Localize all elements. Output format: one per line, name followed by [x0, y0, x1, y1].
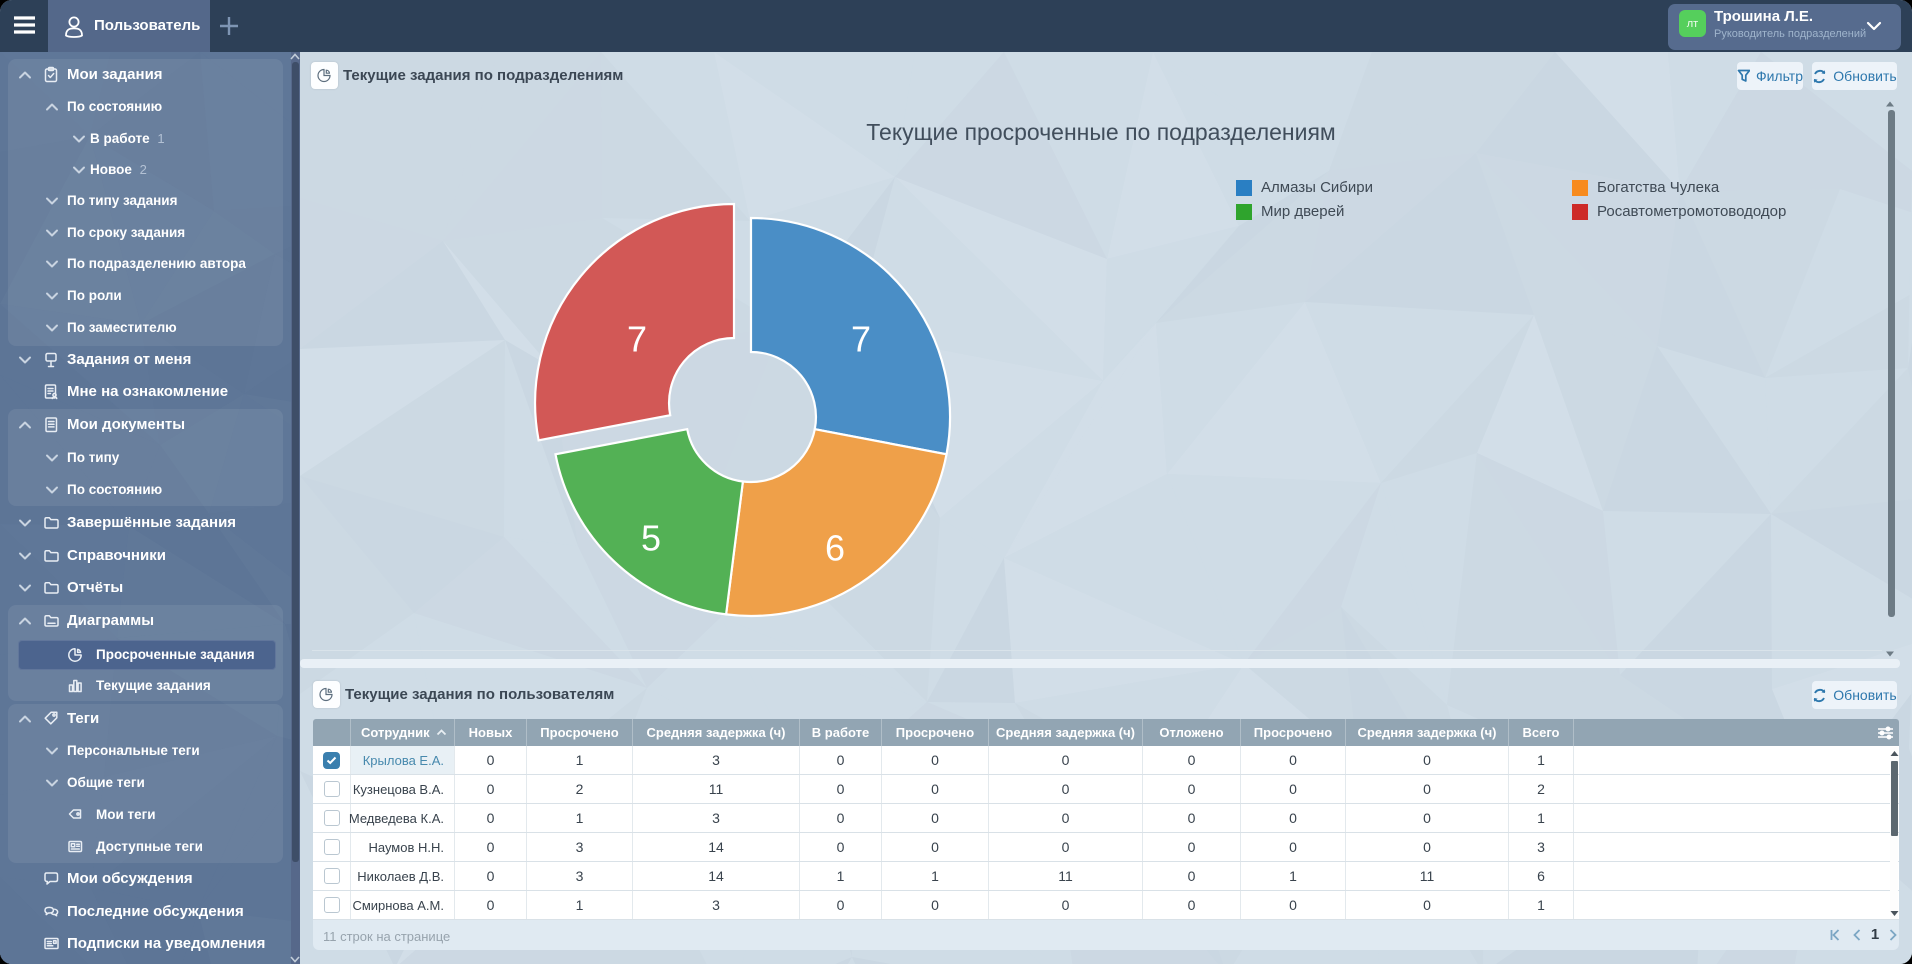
svg-text:7: 7 [851, 319, 871, 360]
svg-text:7: 7 [627, 319, 647, 360]
svg-text:6: 6 [825, 528, 845, 569]
svg-text:5: 5 [641, 518, 661, 559]
